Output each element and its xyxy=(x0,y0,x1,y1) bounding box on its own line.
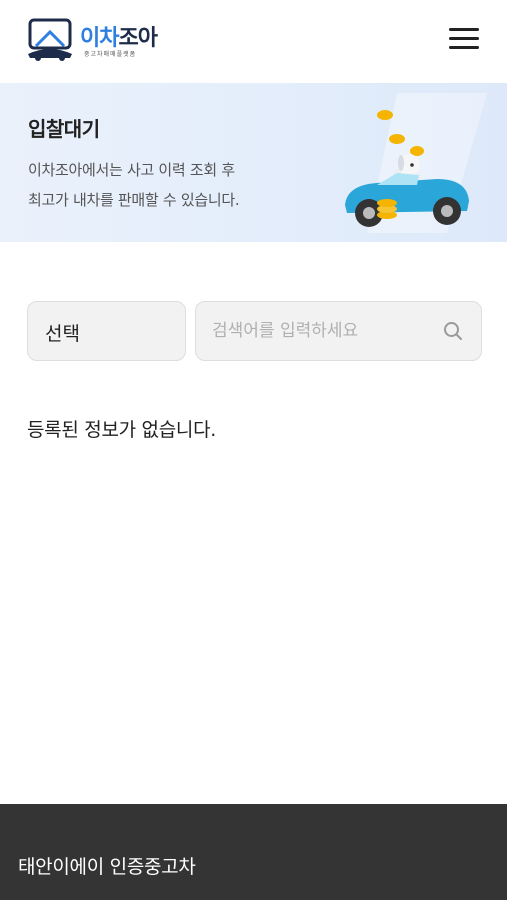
car-illustration-icon xyxy=(345,93,487,233)
search-box xyxy=(195,301,482,361)
category-select[interactable]: 선택 xyxy=(27,301,186,361)
search-input[interactable] xyxy=(212,316,432,346)
logo-car-icon xyxy=(28,18,72,61)
logo-text-part1: 이차 xyxy=(80,26,119,51)
hamburger-menu-icon[interactable] xyxy=(449,28,479,54)
footer: 태안이에이 인증중고차 xyxy=(0,804,507,900)
search-icon[interactable] xyxy=(443,321,463,341)
logo-text: 이차조아 xyxy=(80,20,158,52)
banner-desc-line1: 이차조아에서는 사고 이력 조회 후 xyxy=(28,161,235,179)
search-row: 선택 xyxy=(27,301,482,361)
logo-text-part2: 조아 xyxy=(118,26,157,51)
banner-desc-line2: 최고가 내차를 판매할 수 있습니다. xyxy=(28,191,240,209)
banner: 입찰대기 이차조아에서는 사고 이력 조회 후 최고가 내차를 판매할 수 있습… xyxy=(0,83,507,242)
banner-description: 이차조아에서는 사고 이력 조회 후 최고가 내차를 판매할 수 있습니다. xyxy=(28,155,240,215)
logo[interactable]: 이차조아 중고차매매플랫폼 xyxy=(26,18,166,62)
header: 이차조아 중고차매매플랫폼 xyxy=(0,0,507,83)
select-value: 선택 xyxy=(45,323,80,345)
banner-title: 입찰대기 xyxy=(28,117,100,141)
logo-tagline: 중고차매매플랫폼 xyxy=(84,51,137,58)
footer-title: 태안이에이 인증중고차 xyxy=(18,856,196,878)
empty-message: 등록된 정보가 없습니다. xyxy=(27,419,217,441)
